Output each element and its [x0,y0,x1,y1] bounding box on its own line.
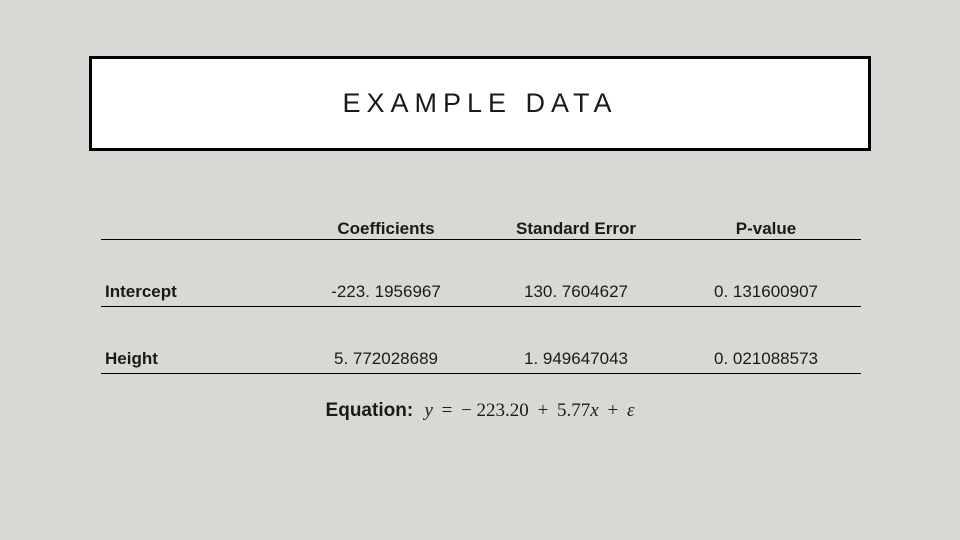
equation-math: y = − 223.20 + 5.77x + ε [418,400,634,421]
equation-line: Equation: y = − 223.20 + 5.77x + ε [0,400,960,422]
intercept-value: − 223.20 [461,400,529,421]
cell-standard-error: 130. 7604627 [481,240,671,307]
cell-p-value: 0. 131600907 [671,240,861,307]
header-coefficients: Coefficients [291,207,481,240]
title-box: EXAMPLE DATA [89,56,871,151]
slope-value: 5.77 [557,400,590,421]
page-title: EXAMPLE DATA [342,88,617,119]
cell-p-value: 0. 021088573 [671,307,861,374]
table-header-row: Coefficients Standard Error P-value [101,207,861,240]
cell-coefficients: -223. 1956967 [291,240,481,307]
cell-coefficients: 5. 772028689 [291,307,481,374]
row-label: Intercept [101,240,291,307]
equation-label: Equation: [326,400,414,421]
plus-sign: + [603,400,622,421]
header-standard-error: Standard Error [481,207,671,240]
equals-sign: = [438,400,457,421]
table-row: Intercept -223. 1956967 130. 7604627 0. … [101,240,861,307]
table-row: Height 5. 772028689 1. 949647043 0. 0210… [101,307,861,374]
var-x: x [590,400,598,421]
plus-sign: + [534,400,553,421]
epsilon: ε [627,400,635,421]
var-y: y [424,400,432,421]
coefficients-table: Coefficients Standard Error P-value Inte… [101,207,861,374]
header-p-value: P-value [671,207,861,240]
cell-standard-error: 1. 949647043 [481,307,671,374]
header-blank [101,207,291,240]
row-label: Height [101,307,291,374]
